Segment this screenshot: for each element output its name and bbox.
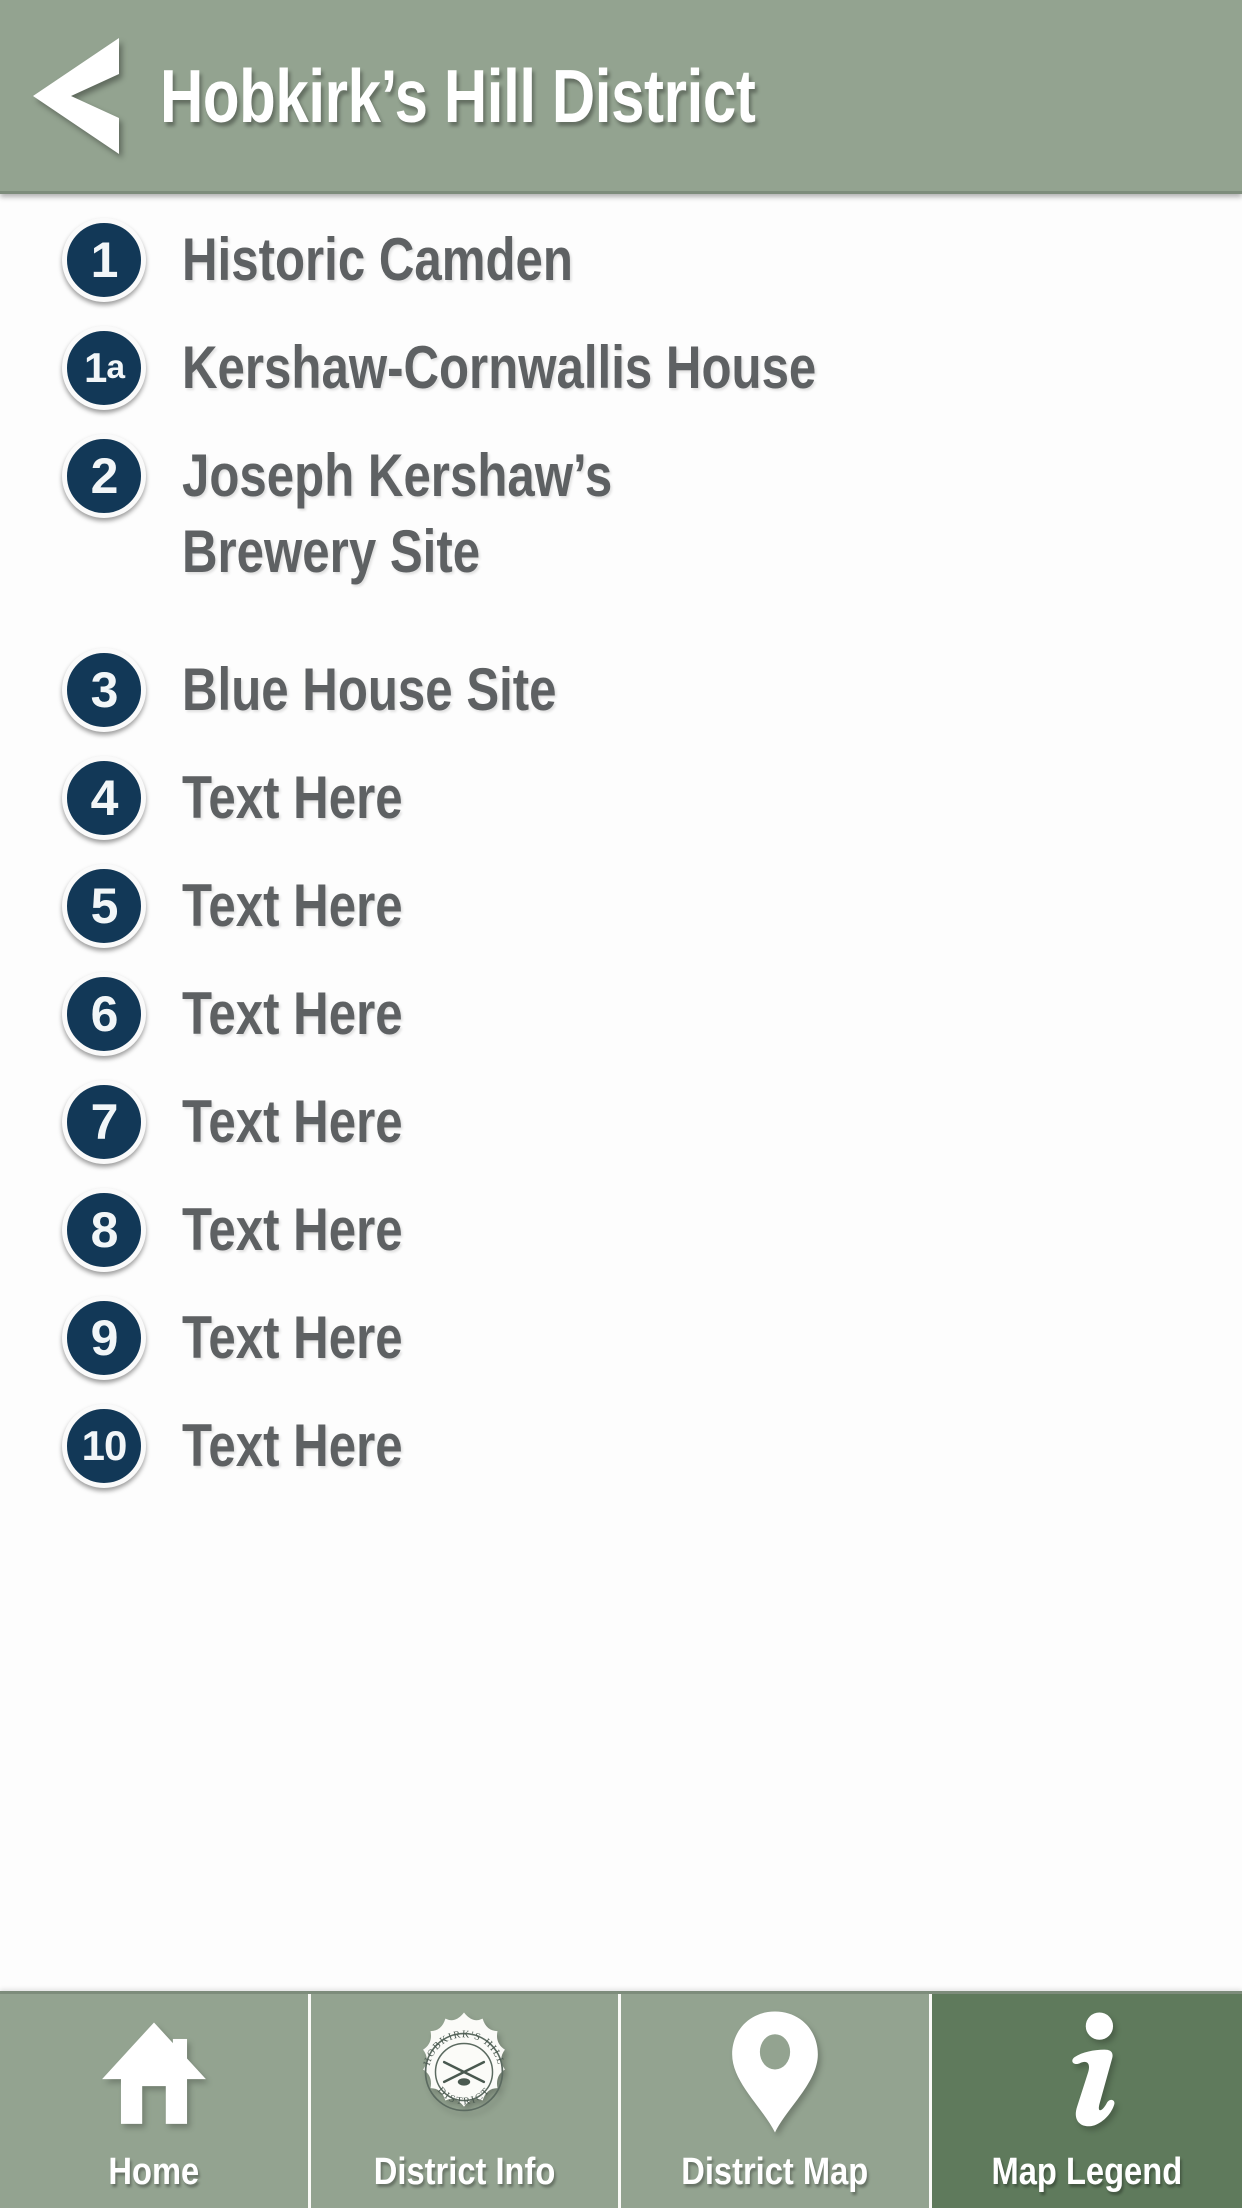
back-button[interactable] <box>0 0 150 193</box>
site-number-badge: 8 <box>62 1188 146 1272</box>
tab-district-info[interactable]: HOBKIRK'S HILL DISTRICT District Info <box>310 1994 621 2208</box>
list-item[interactable]: 2 Joseph Kershaw’s Brewery Site <box>0 432 1242 646</box>
site-number-badge: 4 <box>62 756 146 840</box>
list-item[interactable]: 9 Text Here <box>0 1294 1242 1402</box>
tab-label-home: Home <box>108 2151 200 2193</box>
tab-label-district-map: District Map <box>681 2151 869 2193</box>
tab-label-map-legend: Map Legend <box>991 2151 1183 2193</box>
site-name-label: Joseph Kershaw’s Brewery Site <box>182 442 613 585</box>
list-item[interactable]: 6 Text Here <box>0 970 1242 1078</box>
list-item[interactable]: 3 Blue House Site <box>0 646 1242 754</box>
list-item[interactable]: 5 Text Here <box>0 862 1242 970</box>
app-header: Hobkirk’s Hill District <box>0 0 1242 194</box>
site-number-badge: 10 <box>62 1404 146 1488</box>
site-number-badge: 2 <box>62 434 146 518</box>
site-name-label: Text Here <box>182 1412 403 1479</box>
site-number-badge: 3 <box>62 648 146 732</box>
tab-icon-wrap: HOBKIRK'S HILL DISTRICT <box>311 1994 619 2150</box>
site-name-label: Text Here <box>182 872 403 939</box>
list-item[interactable]: 4 Text Here <box>0 754 1242 862</box>
site-number-badge: 1 <box>62 218 146 302</box>
site-name-label: Text Here <box>182 1088 403 1155</box>
site-name-label: Historic Camden <box>182 226 573 293</box>
app-screen: Hobkirk’s Hill District 1 Historic Camde… <box>0 0 1242 2208</box>
map-pin-icon <box>731 2011 818 2133</box>
site-name-label: Text Here <box>182 1196 403 1263</box>
site-number-badge: 9 <box>62 1296 146 1380</box>
district-sites-list[interactable]: 1 Historic Camden 1a Kershaw-Cornwallis … <box>0 194 1242 1991</box>
info-italic-i-icon <box>1072 2012 1115 2127</box>
site-name-label: Text Here <box>182 764 403 831</box>
tab-label-district-info: District Info <box>373 2151 556 2193</box>
site-name-label: Text Here <box>182 1304 403 1371</box>
page-title: Hobkirk’s Hill District <box>160 53 756 138</box>
list-item[interactable]: 7 Text Here <box>0 1078 1242 1186</box>
district-seal-icon: HOBKIRK'S HILL DISTRICT <box>422 2012 506 2112</box>
site-number-badge: 6 <box>62 972 146 1056</box>
tab-map-legend[interactable]: Map Legend <box>931 1994 1242 2208</box>
site-name-label: Text Here <box>182 980 403 1047</box>
chevron-left-icon <box>33 37 119 154</box>
site-number-badge: 7 <box>62 1080 146 1164</box>
tab-icon-wrap <box>0 1994 308 2150</box>
site-name-label: Blue House Site <box>182 656 557 723</box>
site-name-label: Kershaw-Cornwallis House <box>182 334 817 401</box>
site-number-badge: 5 <box>62 864 146 948</box>
tab-home[interactable]: Home <box>0 1994 311 2208</box>
tab-district-map[interactable]: District Map <box>621 1994 932 2208</box>
list-item[interactable]: 10 Text Here <box>0 1402 1242 1510</box>
tab-icon-wrap <box>932 1994 1242 2150</box>
list-item[interactable]: 1a Kershaw-Cornwallis House <box>0 324 1242 432</box>
bottom-tab-bar: Home HOBKIRK'S HILL DISTRICT District In… <box>0 1991 1242 2208</box>
tab-icon-wrap <box>621 1994 929 2150</box>
home-icon <box>101 2022 206 2124</box>
list-item[interactable]: 8 Text Here <box>0 1186 1242 1294</box>
site-number-badge: 1a <box>62 326 146 410</box>
list-item[interactable]: 1 Historic Camden <box>0 216 1242 324</box>
